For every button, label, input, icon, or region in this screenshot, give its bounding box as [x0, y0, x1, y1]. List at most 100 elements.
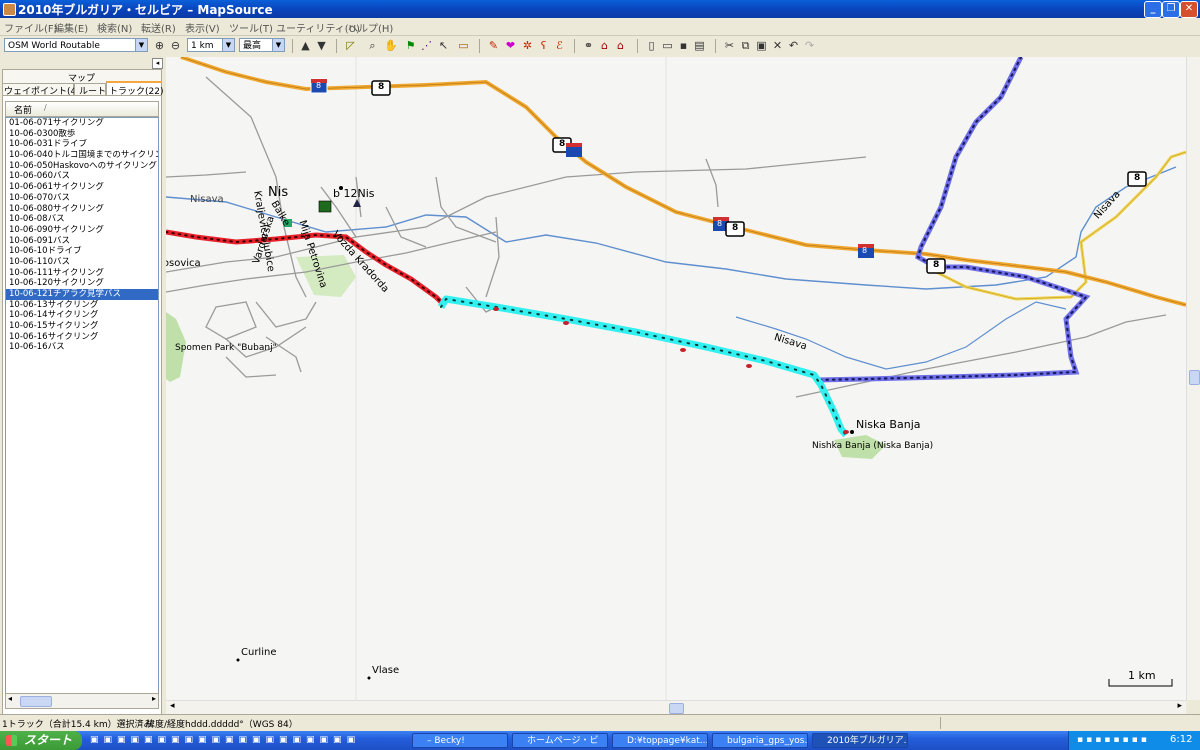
save-icon[interactable]: ▪	[677, 39, 690, 52]
map-view[interactable]: Nis b 12Nis Nisava Nisava Nisava Vozda K…	[166, 57, 1186, 700]
distance-tool-icon[interactable]: ▭	[457, 39, 470, 52]
place-label: Nishka Banja (Niska Banja)	[812, 441, 934, 451]
taskbar-item-homepage[interactable]: ホームページ・ビ	[512, 733, 608, 748]
track-list-item[interactable]: 01-06-071サイクリング	[6, 118, 158, 129]
divide-tracks-icon[interactable]: ʕ	[537, 39, 550, 52]
redo-icon[interactable]: ↷	[803, 39, 816, 52]
menu-tools[interactable]: ツール(T)	[229, 20, 273, 35]
menu-search[interactable]: 検索(N)	[97, 20, 132, 35]
track-list-item[interactable]: 10-06-050Haskovoへのサイクリング	[6, 161, 158, 172]
find-icon[interactable]: ⚭	[582, 39, 595, 52]
track-list-item[interactable]: 10-06-08バス	[6, 214, 158, 225]
track-list-item[interactable]: 10-06-14サイクリング	[6, 310, 158, 321]
track-list-item[interactable]: 10-06-080サイクリング	[6, 204, 158, 215]
zoom-tool-icon[interactable]: ⌕	[366, 39, 379, 52]
send-to-device-icon[interactable]: ▼	[315, 39, 328, 52]
quick-launch-icons[interactable]: ▣▣▣▣▣▣▣▣▣▣▣▣▣▣▣▣▣▣▣▣	[90, 735, 360, 745]
cut-icon[interactable]: ✂	[723, 39, 736, 52]
track-list-item[interactable]: 10-06-040トルコ国境までのサイクリング	[6, 150, 158, 161]
road-shield-number: 8	[1134, 173, 1141, 183]
hand-tool-icon[interactable]: ✋	[384, 39, 398, 52]
zoom-level-select[interactable]: 1 km ▼	[187, 38, 235, 52]
chevron-down-icon[interactable]: ▼	[222, 39, 234, 51]
track-line-selected[interactable]	[438, 295, 849, 438]
paste-icon[interactable]: ▣	[755, 39, 768, 52]
track-line-blue[interactable]	[815, 57, 1091, 383]
track-list-item[interactable]: 10-06-0300散歩	[6, 129, 158, 140]
toolbar: OSM World Routable ▼ ⊕ ⊖ 1 km ▼ 最高 ▼ ▲ ▼…	[0, 36, 1200, 56]
map-tool-icon[interactable]: ◸	[344, 39, 357, 52]
map-canvas[interactable]	[166, 57, 1186, 700]
menu-help[interactable]: ヘルプ(H)	[348, 20, 393, 35]
track-list-item[interactable]: 10-06-031ドライブ	[6, 139, 158, 150]
recent-finds-icon[interactable]: ⌂	[614, 39, 627, 52]
track-list-item[interactable]: 10-06-10ドライブ	[6, 246, 158, 257]
track-list-item[interactable]: 10-06-091バス	[6, 236, 158, 247]
find-places-icon[interactable]: ⌂	[598, 39, 611, 52]
column-header-name[interactable]: 名前 ∕	[5, 101, 159, 117]
track-list-item[interactable]: 10-06-13サイクリング	[6, 300, 158, 311]
print-icon[interactable]: ▤	[693, 39, 706, 52]
selection-tool-icon[interactable]: ↖	[437, 39, 450, 52]
maximize-button[interactable]: ❐	[1162, 1, 1180, 18]
horizontal-scrollbar[interactable]: ◂ ▸	[5, 693, 159, 709]
route-tool-icon[interactable]: ⋰	[420, 39, 433, 52]
track-list-item[interactable]: 10-06-121チアラク見学バス	[6, 289, 158, 300]
zoom-in-icon[interactable]: ⊕	[153, 39, 166, 52]
taskbar-item-folder[interactable]: D:¥toppage¥kat...	[612, 733, 708, 748]
taskbar-item-becky[interactable]: – Becky!	[412, 733, 508, 748]
app-icon[interactable]	[3, 3, 16, 16]
map-vertical-scrollbar[interactable]	[1186, 57, 1200, 700]
scrollbar-thumb[interactable]	[669, 703, 684, 714]
chevron-down-icon[interactable]: ▼	[272, 39, 284, 51]
reverse-icon[interactable]: ℰ	[553, 39, 566, 52]
taskbar-item-mapsource[interactable]: 2010年ブルガリア...	[812, 733, 908, 748]
show-profile-icon[interactable]: ❤	[504, 39, 517, 52]
track-list-item[interactable]: 10-06-120サイクリング	[6, 278, 158, 289]
chevron-down-icon[interactable]: ▼	[135, 39, 147, 51]
menu-edit[interactable]: 編集(E)	[54, 20, 88, 35]
scrollbar-thumb[interactable]	[1189, 370, 1200, 385]
route-properties-icon[interactable]: ✎	[487, 39, 500, 52]
detail-select[interactable]: 最高 ▼	[239, 38, 285, 52]
track-list-item[interactable]: 10-06-15サイクリング	[6, 321, 158, 332]
left-panel: ◂ マップ ウェイポイント(49) ルート トラック(22) 名前 ∕ 01-0…	[0, 57, 165, 715]
close-button[interactable]: ✕	[1180, 1, 1198, 18]
zoom-out-icon[interactable]: ⊖	[169, 39, 182, 52]
road-shield	[310, 78, 1147, 274]
delete-icon[interactable]: ✕	[771, 39, 784, 52]
receive-from-device-icon[interactable]: ▲	[299, 39, 312, 52]
copy-icon[interactable]: ⧉	[739, 39, 752, 52]
menu-file[interactable]: ファイル(F)	[4, 20, 58, 35]
coordinate-format: 緯度/経度hddd.ddddd°（WGS 84）	[146, 720, 298, 730]
track-list-item[interactable]: 10-06-111サイクリング	[6, 268, 158, 279]
scrollbar-thumb[interactable]	[20, 696, 52, 707]
track-list-item[interactable]: 10-06-060バス	[6, 171, 158, 182]
tray-icons[interactable]: ▪▪▪▪▪▪▪▪	[1077, 735, 1150, 745]
map-horizontal-scrollbar[interactable]: ◂ ▸	[166, 700, 1186, 715]
track-list-item[interactable]: 10-06-061サイクリング	[6, 182, 158, 193]
track-list[interactable]: 01-06-071サイクリング 10-06-0300散歩 10-06-031ドライブ…	[5, 117, 159, 696]
track-list-item[interactable]: 10-06-16バス	[6, 342, 158, 353]
scroll-right-icon[interactable]: ▸	[152, 694, 156, 703]
scroll-left-icon[interactable]: ◂	[170, 701, 175, 711]
collapse-panel-icon[interactable]: ◂	[152, 58, 163, 69]
taskbar-item-browser[interactable]: bulgaria_gps_yos...	[712, 733, 808, 748]
undo-icon[interactable]: ↶	[787, 39, 800, 52]
track-list-item[interactable]: 10-06-070バス	[6, 193, 158, 204]
open-icon[interactable]: ▭	[661, 39, 674, 52]
map-product-select[interactable]: OSM World Routable ▼	[4, 38, 148, 52]
poi-icon[interactable]	[318, 200, 332, 213]
join-tracks-icon[interactable]: ✲	[521, 39, 534, 52]
minimize-button[interactable]: _	[1144, 1, 1162, 18]
waypoint-tool-icon[interactable]: ⚑	[404, 39, 417, 52]
menu-transfer[interactable]: 転送(R)	[141, 20, 176, 35]
start-button[interactable]: スタート	[0, 731, 82, 750]
scroll-left-icon[interactable]: ◂	[8, 694, 12, 703]
track-list-item[interactable]: 10-06-16サイクリング	[6, 332, 158, 343]
new-icon[interactable]: ▯	[645, 39, 658, 52]
track-list-item[interactable]: 10-06-090サイクリング	[6, 225, 158, 236]
menu-view[interactable]: 表示(V)	[185, 20, 220, 35]
scroll-right-icon[interactable]: ▸	[1177, 701, 1182, 711]
track-list-item[interactable]: 10-06-110バス	[6, 257, 158, 268]
